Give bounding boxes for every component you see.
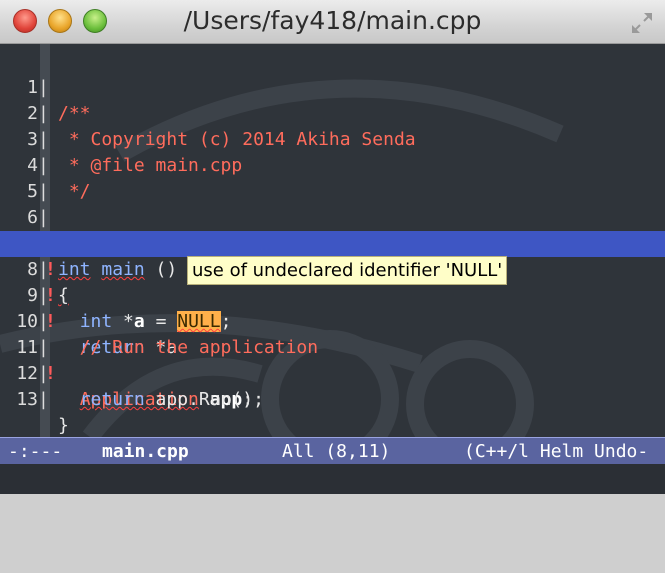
code-text: return app.Run();: [79, 389, 264, 410]
mode-line: -:--- main.cpp All (8,11) (C++/l Helm Un…: [0, 437, 665, 465]
editor-buffer[interactable]: 1 | /** 2 | * Copyright (c) 2014 Akiha Sen…: [0, 44, 665, 437]
code-line: 12 | return app.Run();: [0, 335, 665, 410]
error-tooltip: use of undeclared identifier 'NULL': [187, 256, 508, 285]
fullscreen-arrows-icon[interactable]: [629, 10, 655, 36]
line-number: 13: [16, 389, 38, 410]
code-text: }: [58, 415, 69, 436]
code-line: 13 | }: [0, 361, 665, 436]
current-code-line: 8 | ! int *a = NULL;: [0, 231, 665, 332]
code-line: 6| ! int main (): [0, 179, 665, 280]
major-minor-modes[interactable]: (C++/l Helm Undo-: [464, 438, 648, 465]
buffer-name[interactable]: main.cpp: [102, 438, 189, 465]
cursor-position: All (8,11): [282, 441, 391, 462]
code-line: 11 | ! Application app;: [0, 309, 665, 410]
code-line: 2 | * Copyright (c) 2014 Akiha Senda: [0, 75, 665, 150]
code-line: 3 | * @file main.cpp: [0, 101, 665, 176]
minibuffer[interactable]: [0, 464, 665, 494]
window-titlebar: /Users/fay418/main.cpp: [0, 0, 665, 44]
code-line: 1 | /**: [0, 49, 665, 124]
buffer-status: -:---: [8, 441, 63, 462]
window-title: /Users/fay418/main.cpp: [183, 6, 482, 35]
code-line: 5 |: [0, 153, 665, 202]
code-line: 7| ! {: [0, 205, 665, 306]
code-line: 4 | */: [0, 127, 665, 202]
code-line: 10 | // Run the application: [0, 283, 665, 358]
